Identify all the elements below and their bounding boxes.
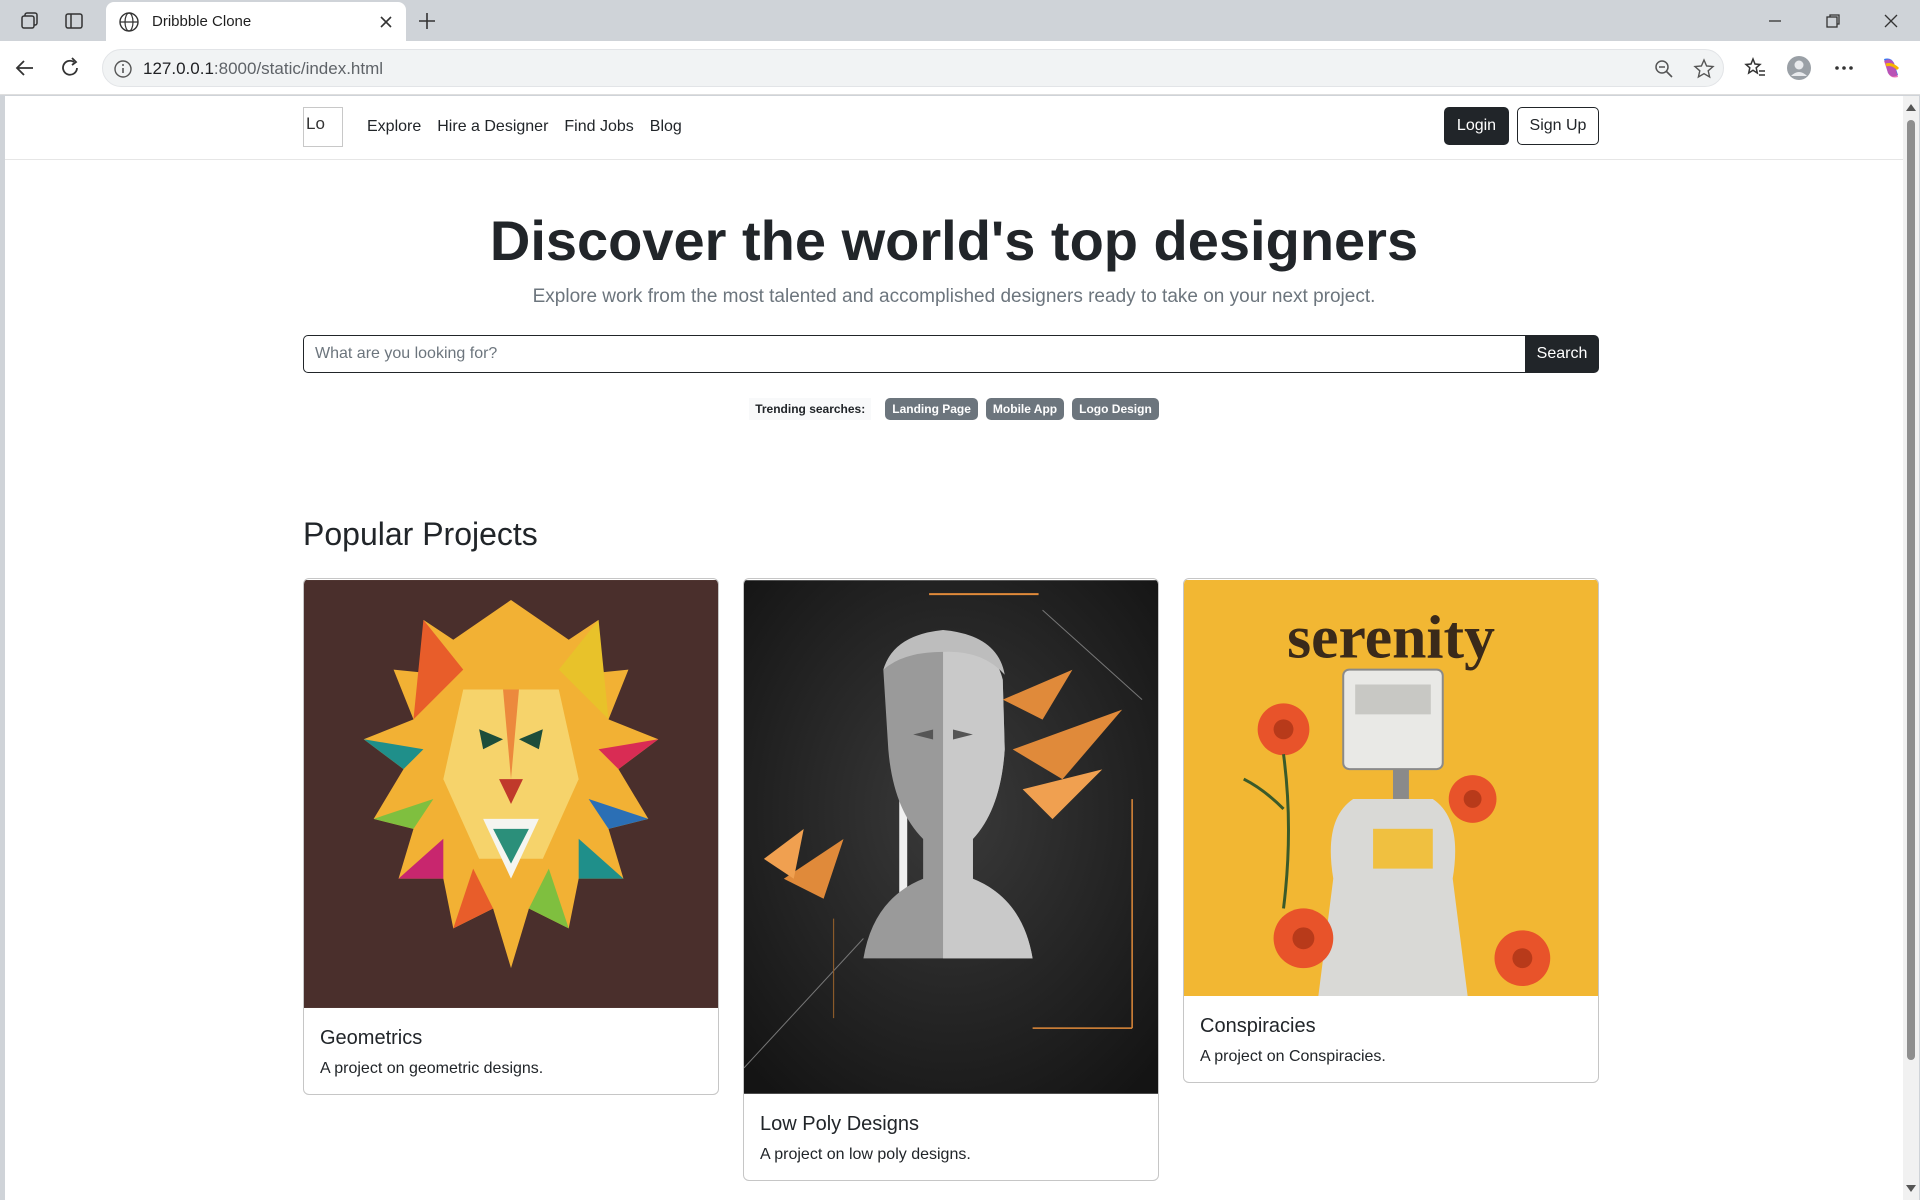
close-tab-icon[interactable] bbox=[378, 14, 394, 30]
logo-image[interactable]: Lo bbox=[303, 107, 343, 147]
copilot-icon[interactable] bbox=[1878, 55, 1904, 81]
site-navbar: Lo Explore Hire a Designer Find Jobs Blo… bbox=[5, 96, 1903, 160]
profile-avatar-icon[interactable] bbox=[1786, 55, 1812, 81]
tab-title: Dribbble Clone bbox=[152, 13, 252, 30]
project-description: A project on low poly designs. bbox=[760, 1146, 971, 1163]
page-scrollbar[interactable] bbox=[1903, 96, 1919, 1200]
more-options-icon[interactable] bbox=[1831, 55, 1857, 81]
browser-toolbar: 127.0.0.1:8000/static/index.html bbox=[0, 41, 1920, 95]
project-image-serenity[interactable]: serenity bbox=[1184, 579, 1598, 997]
restore-icon[interactable] bbox=[1820, 8, 1846, 34]
trending-label: Trending searches: bbox=[749, 398, 872, 420]
page-viewport: Lo Explore Hire a Designer Find Jobs Blo… bbox=[5, 96, 1919, 1200]
nav-link-explore[interactable]: Explore bbox=[367, 118, 421, 136]
url-text: 127.0.0.1:8000/static/index.html bbox=[143, 59, 384, 78]
popular-projects-heading: Popular Projects bbox=[303, 516, 538, 552]
search-input[interactable] bbox=[303, 335, 1525, 373]
nav-link-blog[interactable]: Blog bbox=[650, 118, 682, 136]
trending-tag-landing-page[interactable]: Landing Page bbox=[885, 398, 978, 420]
signup-button[interactable]: Sign Up bbox=[1517, 107, 1599, 145]
project-description: A project on geometric designs. bbox=[320, 1060, 544, 1077]
scrollbar-thumb[interactable] bbox=[1907, 120, 1915, 1060]
nav-link-find-jobs[interactable]: Find Jobs bbox=[564, 118, 633, 136]
vertical-tabs-icon[interactable] bbox=[62, 9, 86, 33]
project-title[interactable]: Geometrics bbox=[320, 1027, 702, 1050]
project-title[interactable]: Conspiracies bbox=[1200, 1015, 1582, 1038]
close-window-icon[interactable] bbox=[1878, 8, 1904, 34]
project-description: A project on Conspiracies. bbox=[1200, 1048, 1386, 1065]
nav-link-hire-designer[interactable]: Hire a Designer bbox=[437, 118, 548, 136]
reload-icon[interactable] bbox=[57, 55, 83, 81]
globe-icon bbox=[119, 11, 139, 32]
favorites-icon[interactable] bbox=[1742, 55, 1768, 81]
project-title[interactable]: Low Poly Designs bbox=[760, 1113, 1142, 1136]
browser-tab-bar: Dribbble Clone bbox=[0, 0, 1920, 41]
hero-title: Discover the world's top designers bbox=[489, 209, 1419, 272]
scroll-up-icon[interactable] bbox=[1905, 102, 1917, 114]
browser-tab-active[interactable]: Dribbble Clone bbox=[106, 2, 406, 41]
nav-links: Explore Hire a Designer Find Jobs Blog bbox=[367, 118, 682, 136]
address-bar[interactable]: 127.0.0.1:8000/static/index.html bbox=[102, 49, 1724, 87]
trending-tag-mobile-app[interactable]: Mobile App bbox=[985, 398, 1065, 420]
search-button[interactable]: Search bbox=[1525, 335, 1599, 373]
project-card-conspiracies[interactable]: serenity Conspiracies A project on Consp… bbox=[1183, 578, 1599, 1083]
project-image-statue[interactable] bbox=[744, 579, 1158, 1095]
trending-tag-logo-design[interactable]: Logo Design bbox=[1072, 398, 1159, 420]
search-form: Search bbox=[303, 335, 1599, 373]
favorite-star-icon[interactable] bbox=[1693, 58, 1715, 80]
trending-searches: Trending searches: Landing Page Mobile A… bbox=[5, 398, 1903, 420]
project-card-low-poly[interactable]: Low Poly Designs A project on low poly d… bbox=[743, 578, 1159, 1181]
site-info-icon[interactable] bbox=[113, 59, 133, 79]
project-image-lion[interactable] bbox=[304, 579, 718, 1009]
zoom-out-icon[interactable] bbox=[1653, 58, 1675, 80]
login-button[interactable]: Login bbox=[1444, 107, 1509, 145]
new-tab-icon[interactable] bbox=[414, 8, 440, 34]
project-card-geometrics[interactable]: Geometrics A project on geometric design… bbox=[303, 578, 719, 1095]
back-icon[interactable] bbox=[12, 55, 38, 81]
serenity-image-text: serenity bbox=[1287, 604, 1495, 672]
workspaces-icon[interactable] bbox=[18, 9, 42, 33]
minimize-icon[interactable] bbox=[1762, 8, 1788, 34]
scroll-down-icon[interactable] bbox=[1905, 1182, 1917, 1194]
hero-subtitle: Explore work from the most talented and … bbox=[532, 286, 1376, 307]
